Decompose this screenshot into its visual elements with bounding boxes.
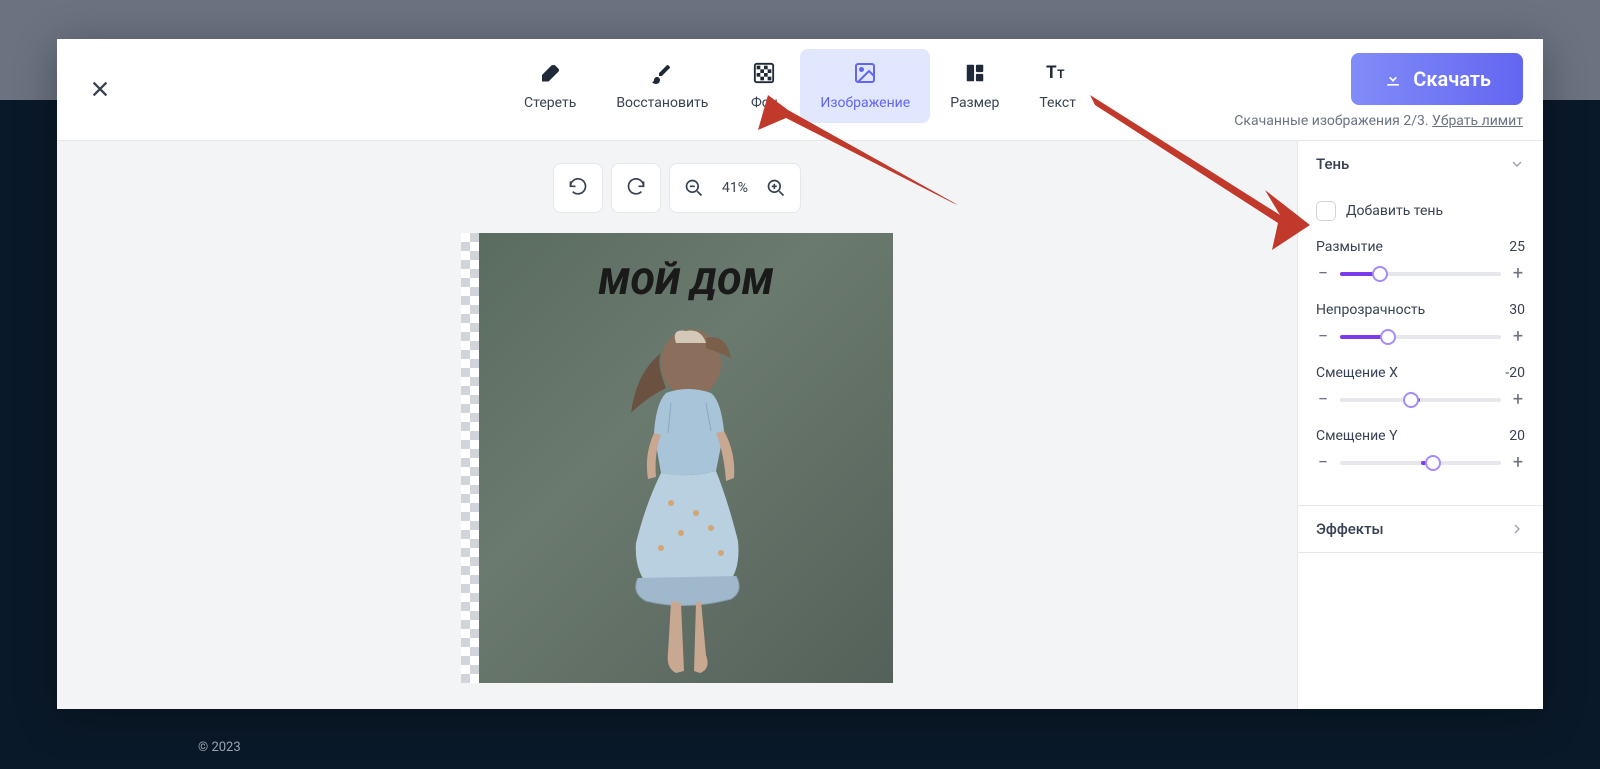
canvas-area: 41% МОЙ ДОМ xyxy=(57,141,1297,709)
download-button[interactable]: Скачать xyxy=(1351,53,1523,105)
download-info: Скачанные изображения 2/3. Убрать лимит xyxy=(1234,113,1523,129)
offset-x-slider-row: Смещение X -20 − + xyxy=(1316,365,1525,410)
image-icon xyxy=(853,61,877,85)
eraser-icon xyxy=(538,61,562,85)
svg-text:T: T xyxy=(1046,63,1057,83)
brush-icon xyxy=(650,61,674,85)
close-icon xyxy=(89,78,111,100)
remove-limit-link[interactable]: Убрать лимит xyxy=(1432,113,1523,129)
tool-label: Фон xyxy=(751,95,778,111)
blur-slider-row: Размытие 25 − + xyxy=(1316,239,1525,284)
tool-erase[interactable]: Стереть xyxy=(504,49,596,123)
layout-icon xyxy=(963,61,987,85)
zoom-in-icon xyxy=(766,178,786,198)
svg-text:T: T xyxy=(1057,67,1065,81)
footer-copyright: © 2023 xyxy=(198,740,241,755)
slider-value: 25 xyxy=(1509,239,1525,255)
offset-y-slider-row: Смещение Y 20 − + xyxy=(1316,428,1525,473)
blur-slider[interactable] xyxy=(1340,272,1501,276)
decrease-button[interactable]: − xyxy=(1316,452,1330,473)
slider-value: 30 xyxy=(1509,302,1525,318)
tool-label: Стереть xyxy=(524,95,576,111)
text-icon: TT xyxy=(1046,61,1070,85)
canvas-image: МОЙ ДОМ xyxy=(479,233,893,683)
effects-section-header[interactable]: Эффекты xyxy=(1298,506,1543,552)
zoom-out-button[interactable] xyxy=(674,168,714,208)
download-label: Скачать xyxy=(1413,67,1491,91)
properties-panel: Тень Добавить тень Размытие 25 xyxy=(1297,141,1543,709)
decrease-button[interactable]: − xyxy=(1316,326,1330,347)
zoom-in-button[interactable] xyxy=(756,168,796,208)
tool-label: Размер xyxy=(950,95,999,111)
shadow-section-header[interactable]: Тень xyxy=(1298,141,1543,187)
chevron-right-icon xyxy=(1509,521,1525,537)
section-title: Эффекты xyxy=(1316,520,1384,538)
canvas[interactable]: МОЙ ДОМ xyxy=(461,233,893,683)
redo-icon xyxy=(626,178,646,198)
increase-button[interactable]: + xyxy=(1511,326,1525,347)
tool-text[interactable]: TT Текст xyxy=(1019,49,1096,123)
decrease-button[interactable]: − xyxy=(1316,263,1330,284)
slider-value: 20 xyxy=(1509,428,1525,444)
undo-button[interactable] xyxy=(558,168,598,208)
increase-button[interactable]: + xyxy=(1511,263,1525,284)
add-shadow-label: Добавить тень xyxy=(1346,203,1443,219)
slider-value: -20 xyxy=(1505,365,1525,381)
toolbar: Стереть Восстановить Фон Изображение xyxy=(57,39,1543,141)
tool-size[interactable]: Размер xyxy=(930,49,1019,123)
decrease-button[interactable]: − xyxy=(1316,389,1330,410)
zoom-out-icon xyxy=(684,178,704,198)
chevron-down-icon xyxy=(1509,156,1525,172)
slider-label: Смещение X xyxy=(1316,365,1398,381)
increase-button[interactable]: + xyxy=(1511,389,1525,410)
image-subject xyxy=(576,303,796,683)
slider-label: Размытие xyxy=(1316,239,1383,255)
download-icon xyxy=(1383,69,1403,89)
tool-label: Восстановить xyxy=(616,95,708,111)
section-title: Тень xyxy=(1316,155,1349,173)
opacity-slider[interactable] xyxy=(1340,335,1501,339)
tool-background[interactable]: Фон xyxy=(728,49,800,123)
redo-button[interactable] xyxy=(616,168,656,208)
increase-button[interactable]: + xyxy=(1511,452,1525,473)
editor-modal: Стереть Восстановить Фон Изображение xyxy=(57,39,1543,709)
tool-restore[interactable]: Восстановить xyxy=(596,49,728,123)
transparent-edge xyxy=(461,233,479,683)
opacity-slider-row: Непрозрачность 30 − + xyxy=(1316,302,1525,347)
slider-label: Непрозрачность xyxy=(1316,302,1425,318)
zoom-level: 41% xyxy=(718,168,752,208)
tool-image[interactable]: Изображение xyxy=(800,49,930,123)
undo-icon xyxy=(568,178,588,198)
slider-label: Смещение Y xyxy=(1316,428,1397,444)
tool-label: Изображение xyxy=(820,95,910,111)
add-shadow-checkbox[interactable] xyxy=(1316,201,1336,221)
close-button[interactable] xyxy=(89,78,111,104)
image-overlay-text: МОЙ ДОМ xyxy=(599,261,774,303)
offset-y-slider[interactable] xyxy=(1340,461,1501,465)
tool-label: Текст xyxy=(1039,95,1076,111)
checker-icon xyxy=(752,61,776,85)
offset-x-slider[interactable] xyxy=(1340,398,1501,402)
